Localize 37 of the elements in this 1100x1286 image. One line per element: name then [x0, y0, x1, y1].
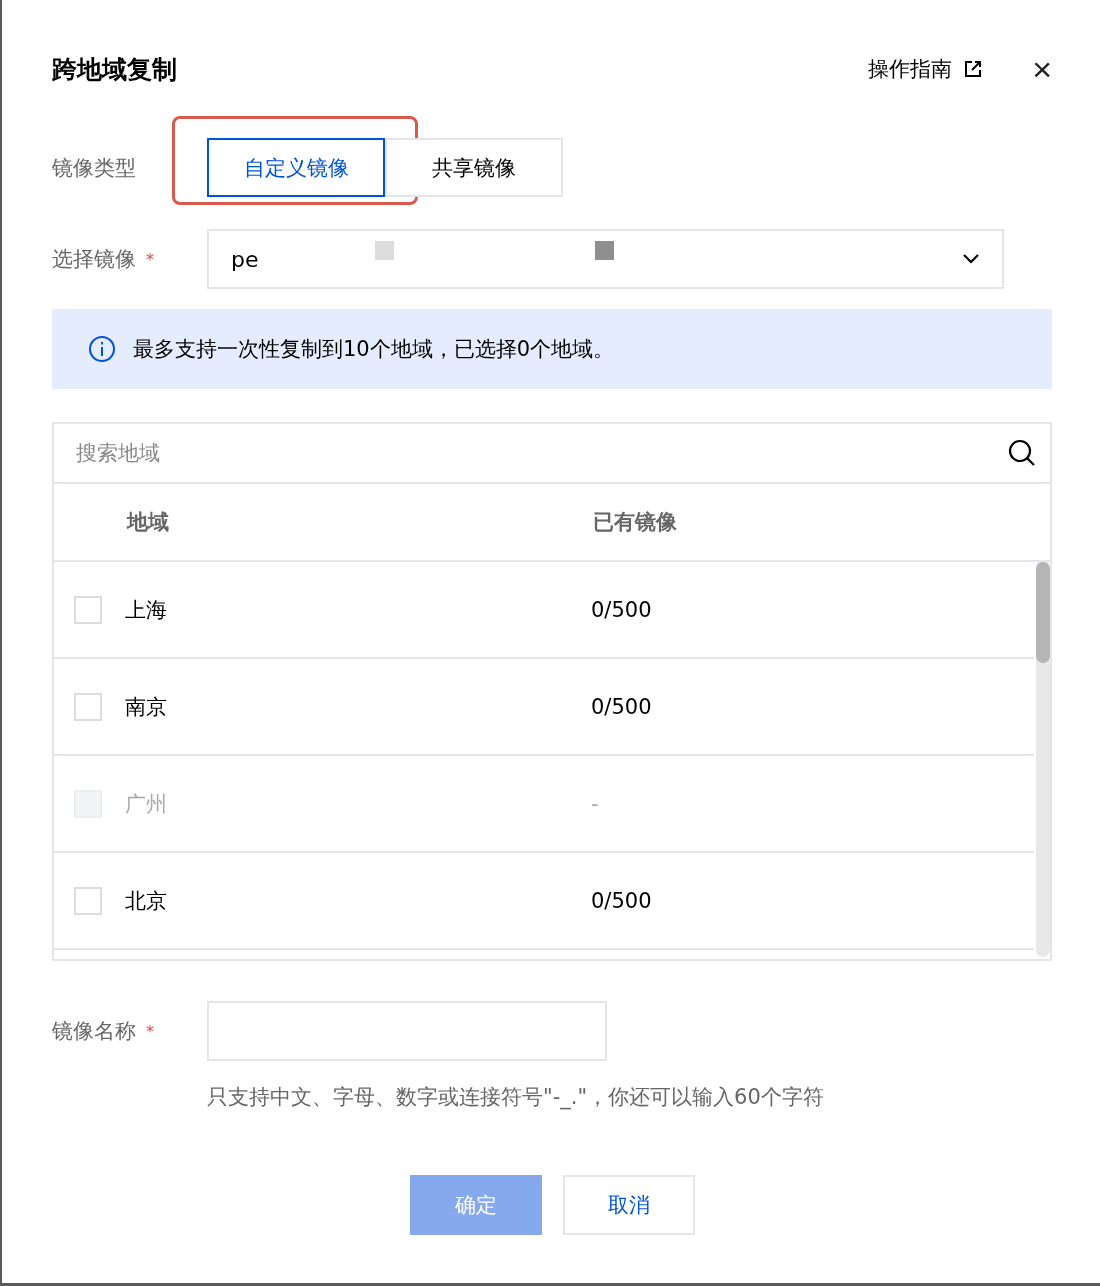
search-field[interactable]: 搜索地域 — [74, 440, 1008, 466]
image-type-option[interactable]: 共享镜像 — [385, 138, 563, 197]
field-label: 镜像名称 — [52, 1018, 136, 1045]
image-count: 0/500 — [591, 597, 652, 622]
image-count: 0/500 — [591, 694, 652, 719]
redaction-mark — [375, 241, 394, 260]
image-type-option[interactable]: 自定义镜像 — [207, 138, 385, 197]
field-label: 镜像类型 — [52, 154, 137, 182]
dialog-title: 跨地域复制 — [52, 53, 178, 86]
required-mark: * — [146, 1021, 154, 1041]
name-input-field[interactable] — [207, 1001, 607, 1061]
checkbox[interactable] — [74, 692, 102, 721]
image-count: 0/500 — [591, 888, 652, 913]
checkbox[interactable] — [74, 595, 102, 624]
region-name: 南京 — [125, 693, 168, 721]
external-link-icon — [964, 60, 983, 78]
required-mark: * — [146, 249, 154, 269]
column-header: 地域 — [127, 509, 170, 536]
checkbox[interactable] — [74, 886, 102, 915]
image-count: - — [591, 791, 599, 816]
close-button[interactable]: × — [1032, 52, 1052, 86]
scrollbar[interactable] — [1036, 560, 1050, 957]
column-header: 已有镜像 — [593, 509, 677, 536]
info-icon — [88, 335, 116, 363]
notice-text: 最多支持一次性复制到10个地域，已选择0个地域。 — [133, 336, 615, 363]
image-select[interactable]: pe — [207, 229, 1004, 289]
guide-link[interactable]: 操作指南 — [868, 55, 983, 83]
hint-text: 只支持中文、字母、数字或连接符号"-_."，你还可以输入60个字符 — [207, 1084, 825, 1111]
region-name: 北京 — [125, 887, 168, 915]
search-icon — [1008, 439, 1036, 467]
region-name: 上海 — [125, 596, 168, 624]
cancel-button[interactable]: 取消 — [562, 1175, 695, 1235]
redaction-mark — [595, 241, 614, 260]
chevron-down-icon — [962, 253, 980, 265]
scrollbar-thumb[interactable] — [1036, 562, 1050, 663]
field-label: 选择镜像 — [52, 246, 136, 273]
region-name: 广州 — [125, 790, 168, 818]
